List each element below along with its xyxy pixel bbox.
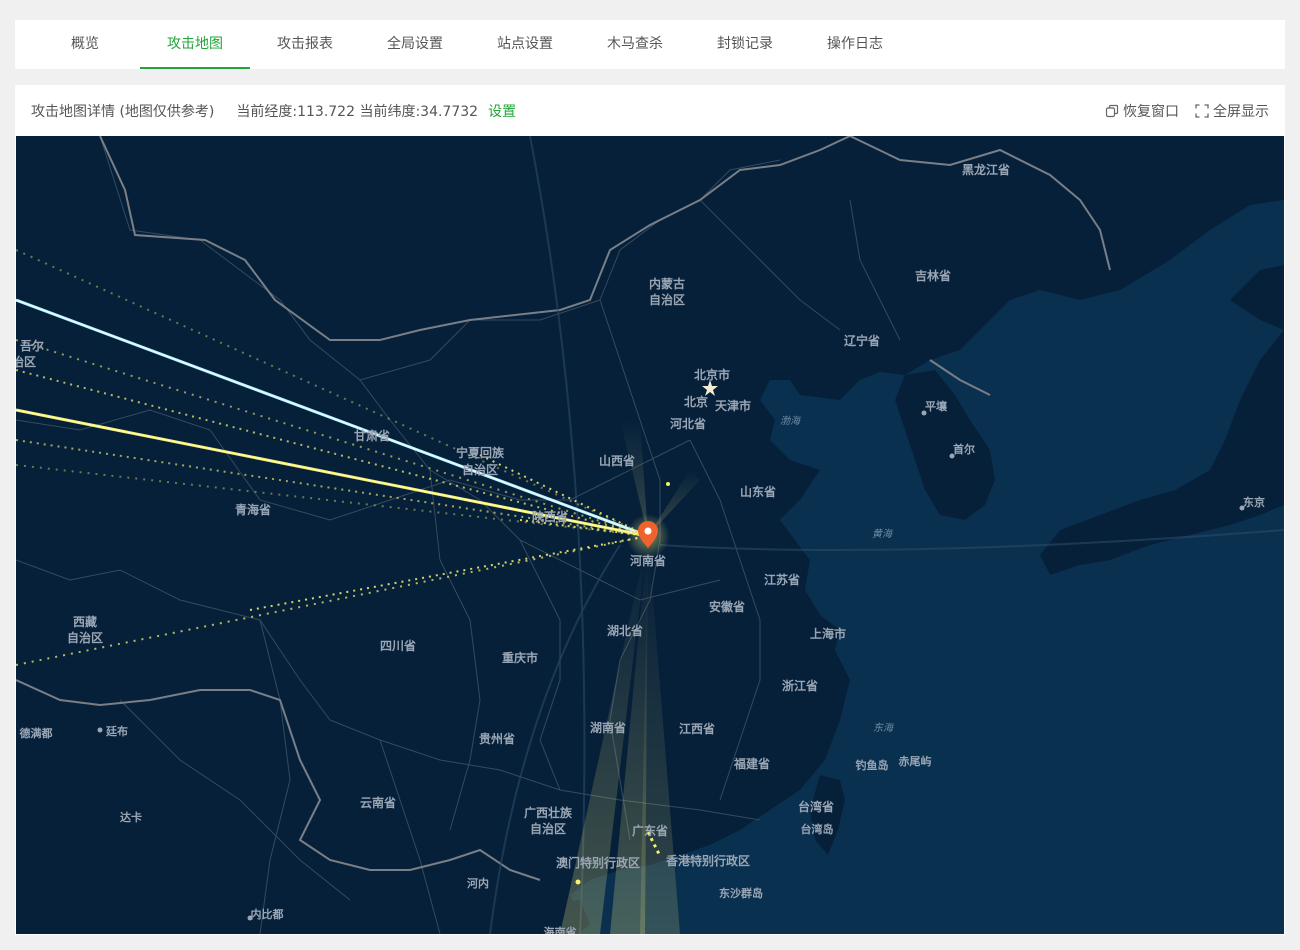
region-label: 福建省 — [733, 756, 770, 771]
region-label: 重庆市 — [502, 650, 538, 665]
coordinates-readout: 当前经度:113.722 当前纬度:34.7732 — [236, 101, 478, 121]
region-label: 陕西省 — [532, 509, 568, 524]
tab-trojan-scan[interactable]: 木马查杀 — [580, 20, 690, 69]
city-label: 海南省 — [544, 925, 577, 934]
attack-map[interactable]: 黑龙江省 吉林省 内蒙古 自治区 辽宁省 北京市 北京 天津市 河北省 山西省 山东省 甘肃省 宁夏回族… — [16, 136, 1284, 934]
region-label: 云南省 — [360, 795, 396, 810]
fullscreen-label: 全屏显示 — [1213, 103, 1269, 120]
city-label: 首尔 — [953, 442, 975, 456]
region-label: 浙江省 — [782, 678, 818, 693]
tab-overview[interactable]: 概览 — [30, 20, 140, 69]
region-label: 吾尔 — [20, 338, 44, 353]
region-label: 自治区 — [530, 821, 566, 836]
region-label: 黑龙江省 — [962, 162, 1010, 177]
tab-global-settings[interactable]: 全局设置 — [360, 20, 470, 69]
region-label: 河北省 — [669, 416, 706, 431]
latitude-value: 34.7732 — [420, 103, 479, 120]
region-label: 自治区 — [67, 630, 103, 645]
city-label: 内比都 — [251, 907, 284, 921]
region-label: 自治区 — [462, 462, 498, 477]
city-label: 钓鱼岛 — [856, 758, 889, 772]
city-label: 廷布 — [105, 724, 128, 738]
region-label: 北京 — [684, 394, 708, 409]
attack-point — [575, 879, 581, 885]
city-label: 赤尾屿 — [899, 754, 932, 768]
region-label: 江西省 — [679, 721, 715, 736]
region-label: 宁夏回族 — [456, 445, 505, 460]
region-label: 北京市 — [694, 367, 730, 382]
restore-window-icon — [1105, 104, 1119, 118]
longitude-label: 当前经度: — [236, 103, 298, 120]
region-label: 甘肃省 — [354, 428, 390, 443]
region-label: 香港特别行政区 — [665, 853, 750, 868]
region-label: 山西省 — [599, 453, 635, 468]
region-label: 治区 — [16, 354, 36, 369]
region-label: 吉林省 — [915, 268, 951, 283]
tab-attack-map[interactable]: 攻击地图 — [140, 20, 250, 69]
region-label: 河南省 — [629, 553, 666, 568]
sea-label: 渤海 — [780, 415, 802, 427]
restore-window-label: 恢复窗口 — [1123, 103, 1179, 120]
region-label: 贵州省 — [479, 731, 515, 746]
fullscreen-icon — [1195, 103, 1209, 118]
attack-point — [666, 482, 670, 486]
latitude-label: 当前纬度: — [359, 103, 421, 120]
region-label: 青海省 — [235, 502, 271, 517]
region-label: 湖北省 — [607, 623, 643, 638]
region-label: 辽宁省 — [844, 333, 880, 348]
settings-link[interactable]: 设置 — [488, 101, 516, 121]
tab-attack-report[interactable]: 攻击报表 — [250, 20, 360, 69]
sea-label: 黄海 — [872, 528, 894, 540]
tab-site-settings[interactable]: 站点设置 — [470, 20, 580, 69]
city-label: 东沙群岛 — [719, 886, 763, 900]
tab-operation-log[interactable]: 操作日志 — [800, 20, 910, 69]
tab-block-records[interactable]: 封锁记录 — [690, 20, 800, 69]
tab-bar: 概览 攻击地图 攻击报表 全局设置 站点设置 木马查杀 封锁记录 操作日志 — [15, 20, 1285, 69]
region-label: 山东省 — [740, 484, 776, 499]
fullscreen-button[interactable]: 全屏显示 — [1195, 101, 1269, 121]
attack-map-panel: 攻击地图详情 (地图仅供参考) 当前经度:113.722 当前纬度:34.773… — [15, 85, 1285, 935]
panel-title: 攻击地图详情 (地图仅供参考) — [31, 103, 215, 120]
region-label: 天津市 — [715, 398, 751, 413]
region-label: 上海市 — [810, 626, 846, 641]
region-label: 广西壮族 — [524, 805, 573, 820]
region-label: 西藏 — [73, 614, 97, 629]
region-label: 湖南省 — [590, 720, 626, 735]
city-label: 达卡 — [120, 810, 142, 824]
region-label: 自治区 — [649, 292, 685, 307]
region-label: 安徽省 — [709, 599, 745, 614]
city-label: 东京 — [1243, 495, 1265, 509]
city-label: 台湾岛 — [801, 822, 834, 836]
region-label: 四川省 — [380, 638, 416, 653]
restore-window-button[interactable]: 恢复窗口 — [1105, 101, 1179, 121]
sea-label: 东海 — [873, 722, 895, 734]
region-label: 台湾省 — [798, 799, 834, 814]
panel-header: 攻击地图详情 (地图仅供参考) 当前经度:113.722 当前纬度:34.773… — [15, 85, 1285, 136]
region-label: 澳门特别行政区 — [556, 855, 640, 870]
longitude-value: 113.722 — [297, 103, 355, 120]
region-label: 江苏省 — [764, 572, 800, 587]
region-label: 内蒙古 — [649, 276, 685, 291]
region-label: 广东省 — [632, 823, 668, 838]
city-label: 河内 — [467, 876, 489, 890]
city-label: 平壤 — [925, 399, 948, 413]
city-label: 德满都 — [19, 726, 53, 740]
